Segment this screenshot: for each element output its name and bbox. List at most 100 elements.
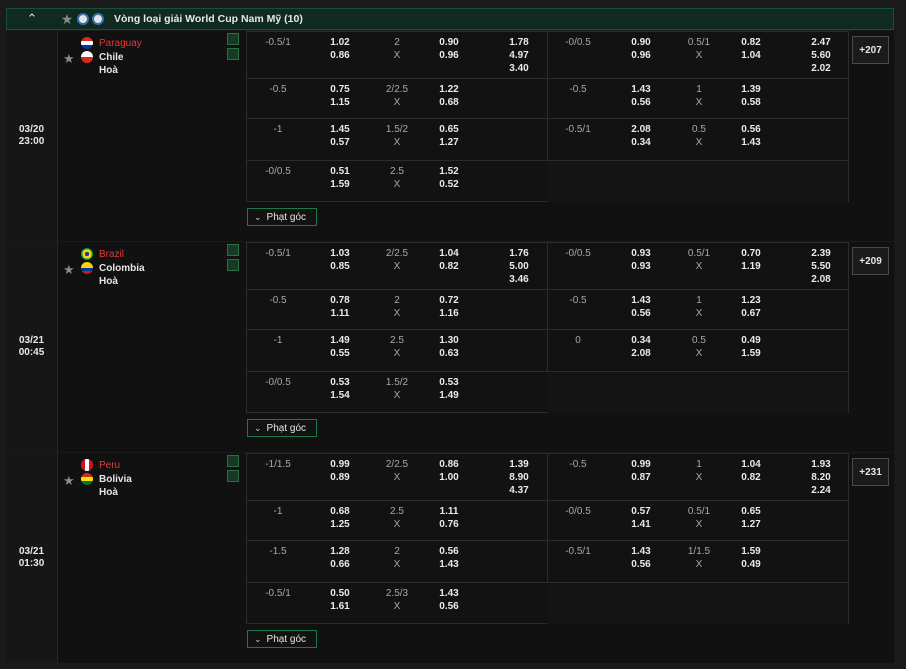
odd-away[interactable]: 1.59 <box>317 178 363 191</box>
odd-under[interactable]: 1.04 <box>729 49 773 62</box>
odd-over[interactable]: 0.72 <box>427 294 471 307</box>
odd-under[interactable]: 0.63 <box>427 347 471 360</box>
odd-away[interactable]: 0.86 <box>317 49 363 62</box>
odd-1x2-draw[interactable]: 4.37 <box>497 484 541 497</box>
odd-under[interactable]: 0.68 <box>427 96 471 109</box>
star-icon[interactable]: ★ <box>63 473 75 489</box>
odd-home[interactable]: 0.34 <box>619 334 663 347</box>
odd-home[interactable]: 0.68 <box>317 505 363 518</box>
star-icon[interactable]: ★ <box>63 51 75 67</box>
odd-under[interactable]: 0.76 <box>427 518 471 531</box>
odd-over[interactable]: 1.04 <box>729 458 773 471</box>
odd-1x2-away[interactable]: 5.50 <box>799 260 843 273</box>
odd-under[interactable]: 0.67 <box>729 307 773 320</box>
odd-under[interactable]: 1.16 <box>427 307 471 320</box>
odd-under[interactable]: 0.52 <box>427 178 471 191</box>
odd-under[interactable]: 0.82 <box>729 471 773 484</box>
odd-away[interactable]: 0.87 <box>619 471 663 484</box>
odd-home[interactable]: 0.99 <box>317 458 363 471</box>
team-home[interactable]: Paraguay <box>81 37 142 49</box>
odd-home[interactable]: 0.75 <box>317 83 363 96</box>
odd-home[interactable]: 0.93 <box>619 247 663 260</box>
odd-1x2-home[interactable]: 2.47 <box>799 36 843 49</box>
odd-over[interactable]: 0.65 <box>427 123 471 136</box>
odd-1x2-away[interactable]: 5.00 <box>497 260 541 273</box>
odd-over[interactable]: 1.59 <box>729 545 773 558</box>
odd-1x2-home[interactable]: 1.93 <box>799 458 843 471</box>
odd-over[interactable]: 1.30 <box>427 334 471 347</box>
odd-home[interactable]: 0.57 <box>619 505 663 518</box>
odd-away[interactable]: 1.11 <box>317 307 363 320</box>
odd-under[interactable]: 1.49 <box>427 389 471 402</box>
odd-under[interactable]: 0.49 <box>729 558 773 571</box>
chevron-up-icon[interactable]: ⌃ <box>7 8 57 30</box>
odd-home[interactable]: 1.28 <box>317 545 363 558</box>
odd-1x2-home[interactable]: 1.39 <box>497 458 541 471</box>
odd-away[interactable]: 0.93 <box>619 260 663 273</box>
odd-1x2-draw[interactable]: 2.08 <box>799 273 843 286</box>
odd-1x2-home[interactable]: 1.78 <box>497 36 541 49</box>
odd-away[interactable]: 0.56 <box>619 307 663 320</box>
odd-home[interactable]: 0.51 <box>317 165 363 178</box>
odd-1x2-draw[interactable]: 3.46 <box>497 273 541 286</box>
odd-1x2-away[interactable]: 8.90 <box>497 471 541 484</box>
odd-over[interactable]: 0.56 <box>427 545 471 558</box>
odd-under[interactable]: 1.43 <box>729 136 773 149</box>
star-icon[interactable]: ★ <box>57 11 77 28</box>
corner-button[interactable]: ⌄ Phạt góc <box>247 208 317 226</box>
odd-over[interactable]: 1.04 <box>427 247 471 260</box>
odd-over[interactable]: 1.22 <box>427 83 471 96</box>
odd-under[interactable]: 0.58 <box>729 96 773 109</box>
odd-1x2-home[interactable]: 1.76 <box>497 247 541 260</box>
odd-over[interactable]: 1.52 <box>427 165 471 178</box>
odd-away[interactable]: 1.41 <box>619 518 663 531</box>
odd-over[interactable]: 1.39 <box>729 83 773 96</box>
odd-over[interactable]: 0.90 <box>427 36 471 49</box>
odd-under[interactable]: 1.43 <box>427 558 471 571</box>
odd-under[interactable]: 1.27 <box>427 136 471 149</box>
odd-away[interactable]: 0.56 <box>619 558 663 571</box>
live-icon[interactable] <box>227 259 239 271</box>
odd-over[interactable]: 0.82 <box>729 36 773 49</box>
odd-over[interactable]: 0.56 <box>729 123 773 136</box>
stats-icon[interactable] <box>227 33 239 45</box>
odd-away[interactable]: 1.15 <box>317 96 363 109</box>
odd-over[interactable]: 0.53 <box>427 376 471 389</box>
odd-home[interactable]: 2.08 <box>619 123 663 136</box>
odd-home[interactable]: 1.43 <box>619 294 663 307</box>
corner-button[interactable]: ⌄ Phạt góc <box>247 419 317 437</box>
odd-home[interactable]: 0.53 <box>317 376 363 389</box>
odd-under[interactable]: 0.82 <box>427 260 471 273</box>
odd-1x2-draw[interactable]: 3.40 <box>497 62 541 75</box>
odd-away[interactable]: 0.56 <box>619 96 663 109</box>
stats-icon[interactable] <box>227 455 239 467</box>
odd-over[interactable]: 0.65 <box>729 505 773 518</box>
star-icon[interactable]: ★ <box>63 262 75 278</box>
odd-home[interactable]: 1.49 <box>317 334 363 347</box>
odd-away[interactable]: 1.54 <box>317 389 363 402</box>
stats-icon[interactable] <box>227 244 239 256</box>
odd-home[interactable]: 0.90 <box>619 36 663 49</box>
odd-home[interactable]: 1.45 <box>317 123 363 136</box>
odd-1x2-away[interactable]: 4.97 <box>497 49 541 62</box>
odd-over[interactable]: 1.11 <box>427 505 471 518</box>
corner-button[interactable]: ⌄ Phạt góc <box>247 630 317 648</box>
odd-under[interactable]: 1.27 <box>729 518 773 531</box>
team-away[interactable]: Chile <box>81 51 123 63</box>
odd-home[interactable]: 0.50 <box>317 587 363 600</box>
odd-over[interactable]: 0.70 <box>729 247 773 260</box>
odd-home[interactable]: 1.43 <box>619 83 663 96</box>
odd-away[interactable]: 0.55 <box>317 347 363 360</box>
odd-home[interactable]: 1.03 <box>317 247 363 260</box>
odd-away[interactable]: 0.66 <box>317 558 363 571</box>
odd-away[interactable]: 0.85 <box>317 260 363 273</box>
odd-over[interactable]: 1.43 <box>427 587 471 600</box>
odd-home[interactable]: 0.78 <box>317 294 363 307</box>
team-away[interactable]: Colombia <box>81 262 145 274</box>
odd-1x2-away[interactable]: 5.60 <box>799 49 843 62</box>
odd-over[interactable]: 0.49 <box>729 334 773 347</box>
odd-away[interactable]: 0.96 <box>619 49 663 62</box>
odd-home[interactable]: 1.43 <box>619 545 663 558</box>
odd-under[interactable]: 0.96 <box>427 49 471 62</box>
odd-1x2-away[interactable]: 8.20 <box>799 471 843 484</box>
